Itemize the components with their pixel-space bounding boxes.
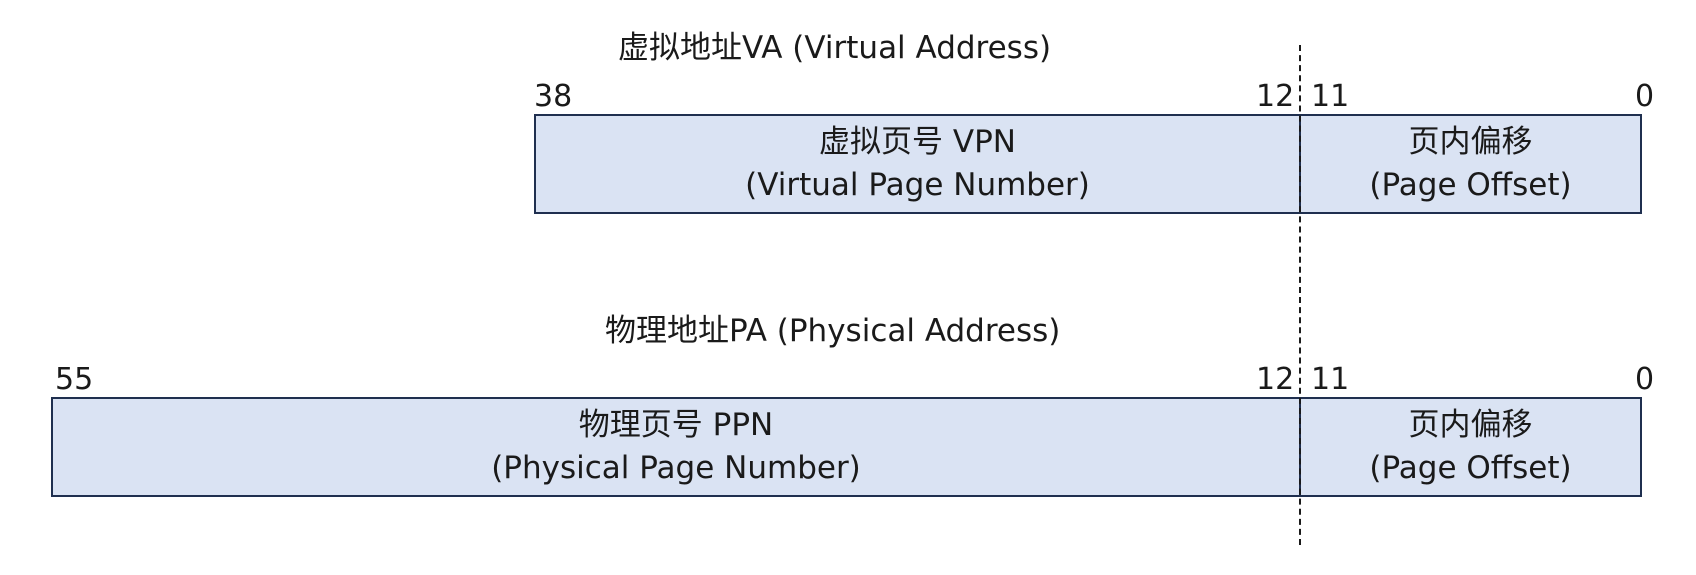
va-bit-12-label: 12 — [1256, 79, 1295, 114]
va-offset-label: 页内偏移 — [1408, 124, 1533, 160]
page-boundary-divider — [1299, 45, 1301, 545]
pa-ppn-field: 物理页号 PPN (Physical Page Number) — [51, 397, 1301, 497]
va-bit-0-label: 0 — [1635, 79, 1655, 114]
pa-bit-55-label: 55 — [55, 362, 94, 397]
va-bit-38-label: 38 — [534, 79, 573, 114]
pa-offset-field: 页内偏移 (Page Offset) — [1299, 397, 1642, 497]
pa-offset-english-label: (Page Offset) — [1369, 450, 1572, 486]
pa-ppn-label: 物理页号 PPN — [578, 407, 774, 443]
va-offset-english-label: (Page Offset) — [1369, 167, 1572, 203]
pa-title: 物理地址PA (Physical Address) — [605, 313, 1061, 349]
va-vpn-field: 虚拟页号 VPN (Virtual Page Number) — [534, 114, 1301, 214]
va-title: 虚拟地址VA (Virtual Address) — [618, 30, 1052, 66]
pa-bit-11-label: 11 — [1311, 362, 1350, 397]
pa-bit-0-label: 0 — [1635, 362, 1655, 397]
pa-bit-12-label: 12 — [1256, 362, 1295, 397]
va-offset-field: 页内偏移 (Page Offset) — [1299, 114, 1642, 214]
pa-offset-label: 页内偏移 — [1408, 407, 1533, 443]
va-vpn-english-label: (Virtual Page Number) — [745, 167, 1090, 203]
va-bit-11-label: 11 — [1311, 79, 1350, 114]
pa-ppn-english-label: (Physical Page Number) — [491, 450, 861, 486]
va-vpn-label: 虚拟页号 VPN — [819, 124, 1016, 160]
